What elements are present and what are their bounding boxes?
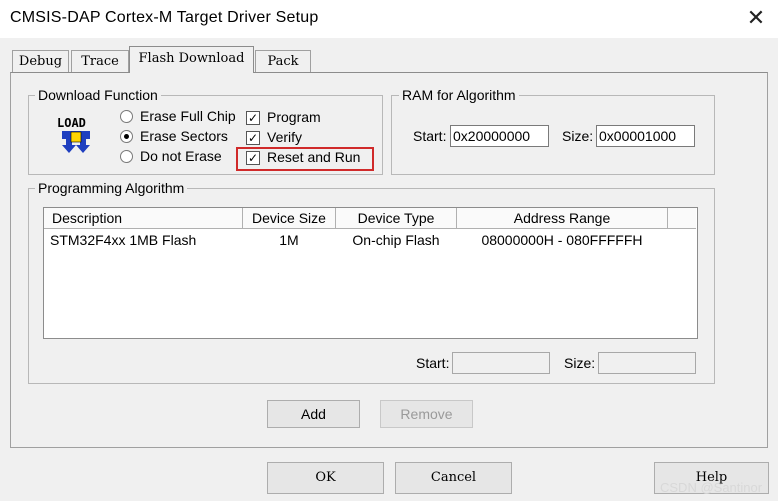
algorithm-start-label: Start: (416, 355, 450, 371)
radio-label-erase-sectors: Erase Sectors (140, 128, 228, 144)
checkbox-program[interactable]: ✓ (246, 111, 260, 125)
column-header-address-range[interactable]: Address Range (457, 208, 668, 229)
radio-do-not-erase[interactable] (120, 150, 133, 163)
radio-erase-full-chip[interactable] (120, 110, 133, 123)
cell-device-type: On-chip Flash (352, 232, 440, 248)
ram-size-input[interactable]: 0x00001000 (596, 125, 695, 147)
add-button[interactable]: Add (267, 400, 360, 428)
algorithm-size-input[interactable] (598, 352, 696, 374)
radio-erase-sectors[interactable] (120, 130, 133, 143)
ram-start-input[interactable]: 0x20000000 (450, 125, 549, 147)
programming-algorithm-legend: Programming Algorithm (35, 180, 188, 196)
load-icon: LOAD (56, 113, 96, 155)
cell-description: STM32F4xx 1MB Flash (50, 232, 197, 248)
algorithm-size-label: Size: (564, 355, 596, 371)
ram-start-label: Start: (413, 128, 447, 144)
watermark: CSDN @Santinor (660, 480, 763, 495)
remove-button[interactable]: Remove (380, 400, 473, 428)
ok-button[interactable]: OK (267, 462, 384, 494)
column-header-description[interactable]: Description (44, 208, 243, 229)
svg-text:LOAD: LOAD (57, 116, 86, 130)
cell-address-range: 08000000H - 080FFFFFH (481, 232, 643, 248)
window-title: CMSIS-DAP Cortex-M Target Driver Setup (10, 9, 319, 26)
tab-flash-download[interactable]: Flash Download (129, 46, 254, 73)
download-function-legend: Download Function (35, 87, 161, 103)
column-header-device-size[interactable]: Device Size (243, 208, 336, 229)
tab-trace[interactable]: Trace (71, 50, 129, 73)
ram-legend: RAM for Algorithm (399, 87, 519, 103)
checkbox-label-verify: Verify (267, 129, 303, 145)
algorithm-table[interactable]: Description Device Size Device Type Addr… (43, 207, 698, 339)
reset-and-run-highlight (236, 147, 374, 171)
ram-size-label: Size: (562, 128, 594, 144)
checkbox-verify[interactable]: ✓ (246, 131, 260, 145)
algorithm-start-input[interactable] (452, 352, 550, 374)
column-header-filler (668, 208, 696, 229)
tab-pack[interactable]: Pack (255, 50, 311, 73)
checkbox-label-program: Program (267, 109, 321, 125)
cell-device-size: 1M (279, 232, 299, 248)
radio-label-do-not-erase: Do not Erase (140, 148, 222, 164)
radio-label-erase-full-chip: Erase Full Chip (140, 108, 236, 124)
tab-debug[interactable]: Debug (12, 50, 69, 73)
table-row[interactable]: STM32F4xx 1MB Flash 1M On-chip Flash 080… (44, 229, 696, 251)
cancel-button[interactable]: Cancel (395, 462, 512, 494)
close-icon[interactable]: ✕ (742, 4, 770, 32)
column-header-device-type[interactable]: Device Type (336, 208, 457, 229)
